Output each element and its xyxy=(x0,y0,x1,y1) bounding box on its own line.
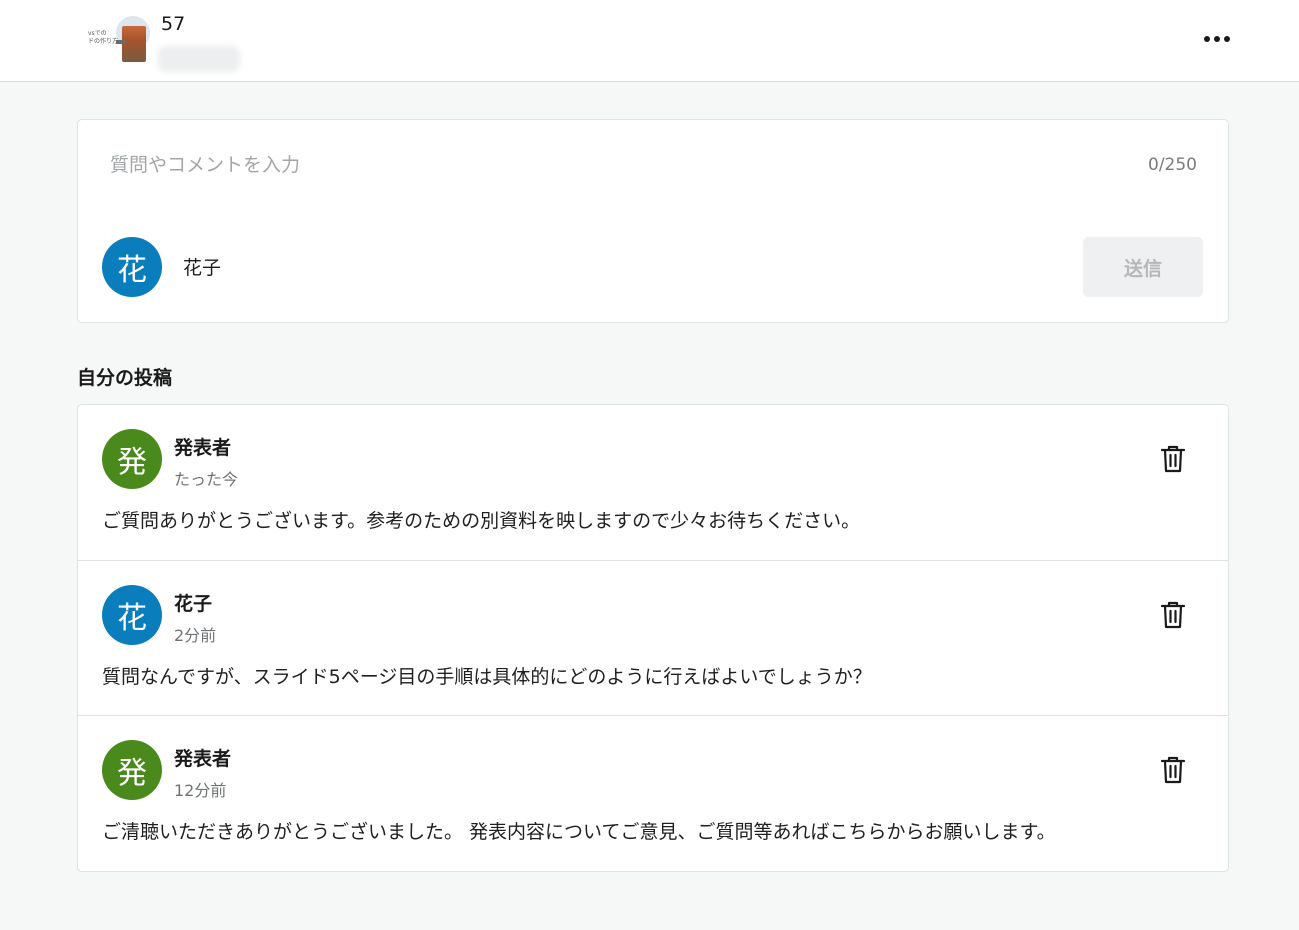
avatar: 花 xyxy=(102,584,162,645)
more-options-button[interactable] xyxy=(1196,24,1238,54)
presentation-thumbnail[interactable]: vsでの ドの作り方 xyxy=(86,14,152,64)
post-timestamp: 2分前 xyxy=(174,625,217,645)
delete-button[interactable] xyxy=(1158,754,1188,786)
post-body: 質問なんですが、スライド5ページ目の手順は具体的にどのように行えばよいでしょうか… xyxy=(102,665,872,688)
top-header: vsでの ドの作り方 57 xyxy=(0,0,1299,82)
post-item: 発 発表者 たった今 ご質問ありがとうございます。参考のための別資料を映しますの… xyxy=(78,405,1228,561)
delete-button[interactable] xyxy=(1158,443,1188,475)
post-timestamp: たった今 xyxy=(174,470,239,489)
post-item: 発 発表者 12分前 ご清聴いただきありがとうございました。 発表内容についてご… xyxy=(78,716,1228,871)
avatar: 発 xyxy=(102,429,162,489)
post-author: 花子 xyxy=(174,592,213,615)
avatar: 花 xyxy=(102,237,162,297)
character-counter: 0/250 xyxy=(1148,155,1197,175)
blurred-subtitle xyxy=(158,46,240,72)
comment-input[interactable] xyxy=(110,148,1110,182)
more-dot xyxy=(1214,36,1220,42)
user-name: 花子 xyxy=(183,257,222,279)
trash-icon xyxy=(1160,601,1186,628)
section-title: 自分の投稿 xyxy=(77,367,173,389)
avatar: 発 xyxy=(102,740,162,801)
thumbnail-image xyxy=(116,26,146,62)
trash-icon xyxy=(1160,445,1186,473)
post-body: ご質問ありがとうございます。参考のための別資料を映しますので少々お待ちください。 xyxy=(102,510,861,532)
comment-composer: 0/250 花 花子 送信 xyxy=(77,119,1229,323)
post-author: 発表者 xyxy=(174,437,232,459)
post-author: 発表者 xyxy=(174,748,232,771)
post-item: 花 花子 2分前 質問なんですが、スライド5ページ目の手順は具体的にどのように行… xyxy=(78,561,1228,717)
thumbnail-text: vsでの ドの作り方 xyxy=(88,30,119,45)
participant-count: 57 xyxy=(161,13,186,35)
more-horizontal-icon xyxy=(1204,36,1210,42)
send-button[interactable]: 送信 xyxy=(1083,237,1203,297)
post-timestamp: 12分前 xyxy=(174,781,227,801)
post-body: ご清聴いただきありがとうございました。 発表内容についてご意見、ご質問等あればこ… xyxy=(102,821,1056,844)
trash-icon xyxy=(1160,757,1186,784)
posts-list: 発 発表者 たった今 ご質問ありがとうございます。参考のための別資料を映しますの… xyxy=(77,404,1229,872)
more-dot xyxy=(1224,36,1230,42)
delete-button[interactable] xyxy=(1158,599,1188,631)
